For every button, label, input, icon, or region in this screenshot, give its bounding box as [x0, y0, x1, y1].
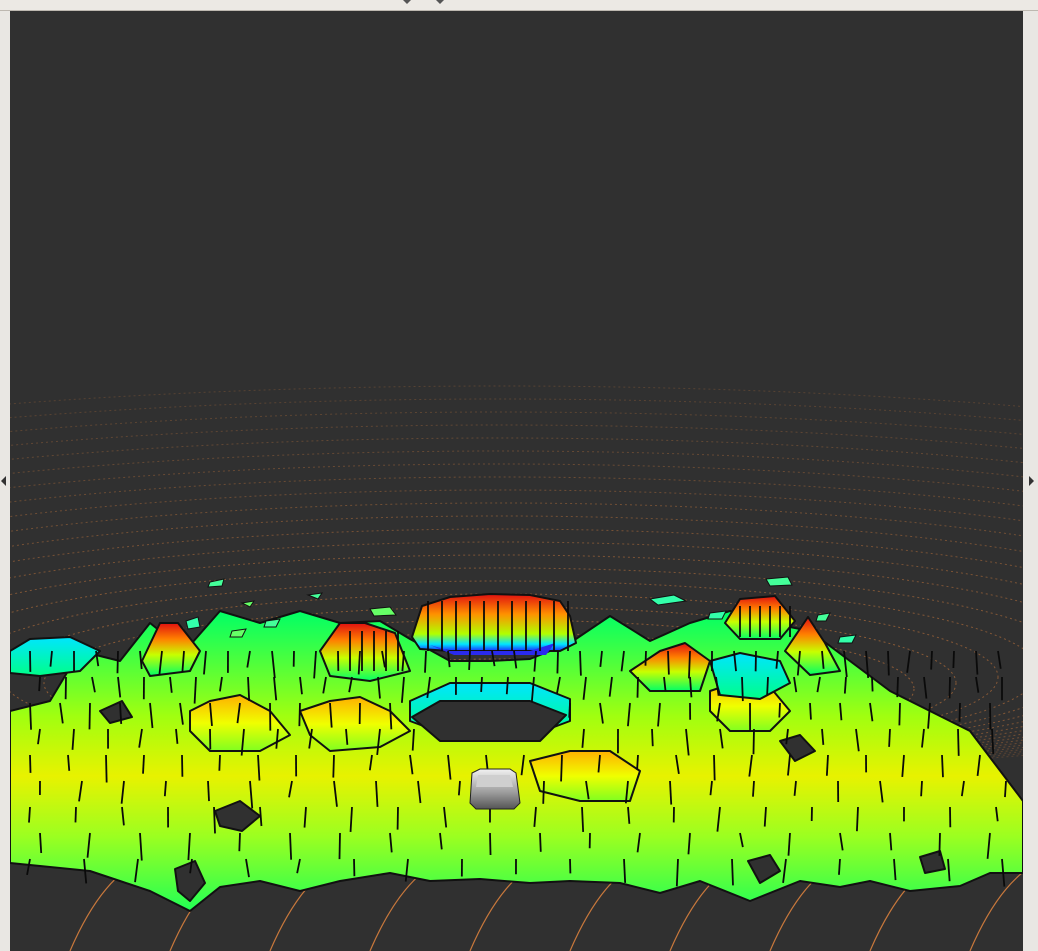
- wireframe-line: [579, 650, 582, 676]
- wireframe-line: [930, 650, 933, 670]
- wireframe-line: [29, 702, 32, 730]
- wireframe-line: [298, 702, 301, 727]
- wireframe-line: [975, 650, 979, 675]
- wireframe-line: [142, 754, 145, 774]
- wireframe-line: [688, 650, 691, 679]
- wireframe-line: [843, 676, 847, 694]
- render-canvas[interactable]: [10, 11, 1023, 951]
- wireframe-line: [213, 806, 216, 834]
- wireframe-line: [289, 832, 293, 860]
- wireframe-line: [556, 650, 559, 674]
- triangle-right-icon[interactable]: [1029, 476, 1034, 486]
- wireframe-line: [424, 650, 427, 673]
- wireframe-line: [957, 728, 960, 756]
- render-viewport[interactable]: [10, 11, 1023, 951]
- wireframe-line: [809, 702, 812, 720]
- wireframe-line: [542, 780, 545, 804]
- wireframe-line: [752, 780, 755, 797]
- wireframe-line: [338, 832, 341, 860]
- wireframe-line: [218, 754, 221, 771]
- wireframe-line: [856, 806, 859, 832]
- wireframe-line: [975, 676, 980, 693]
- wireframe-line: [651, 728, 654, 747]
- wireframe-line: [713, 754, 716, 781]
- wireframe-line: [505, 676, 509, 695]
- wireframe-line: [457, 780, 461, 796]
- wireframe-line: [116, 650, 119, 674]
- wireframe-line: [332, 754, 335, 778]
- wireframe-line: [238, 832, 241, 852]
- wireframe-line: [997, 650, 1002, 669]
- wireframe-line: [636, 754, 639, 770]
- wireframe-line: [28, 806, 31, 823]
- wireframe-line: [163, 780, 167, 797]
- wireframe-line: [896, 676, 899, 698]
- wireframe-line: [669, 780, 673, 805]
- wireframe-line: [838, 858, 841, 875]
- wireframe-line: [644, 650, 647, 666]
- wireframe-line: [539, 832, 542, 852]
- wireframe-line: [39, 832, 43, 854]
- wireframe-line: [752, 728, 755, 755]
- wireframe-line: [888, 728, 891, 747]
- wireframe-line: [636, 676, 639, 698]
- wireframe-line: [489, 832, 492, 856]
- wireframe-line: [991, 728, 995, 755]
- wireframe-line: [871, 676, 874, 692]
- wireframe-line: [667, 650, 670, 675]
- wireframe-line: [675, 858, 679, 887]
- wireframe-line: [906, 650, 911, 673]
- wireframe-line: [38, 676, 41, 692]
- wireframe-line: [938, 832, 941, 856]
- wireframe-line: [29, 754, 32, 773]
- wireframe-line: [119, 702, 123, 725]
- wireframe-line: [247, 676, 251, 701]
- wireframe-line: [468, 650, 471, 670]
- wireframe-line: [88, 702, 91, 730]
- wireframe-line: [581, 806, 585, 832]
- triangle-left-icon[interactable]: [1, 476, 6, 486]
- wireframe-line: [825, 754, 829, 776]
- wireframe-line: [920, 780, 923, 797]
- wireframe-line: [741, 676, 744, 702]
- wireframe-line: [560, 754, 563, 782]
- chevron-down-icon[interactable]: [436, 0, 444, 4]
- vehicle-model: [469, 768, 521, 810]
- wireframe-line: [898, 702, 901, 726]
- wireframe-line: [887, 650, 890, 676]
- wireframe-line: [568, 702, 571, 718]
- wireframe-line: [105, 754, 108, 783]
- wireframe-line: [731, 858, 734, 886]
- wireframe-line: [923, 676, 928, 699]
- wireframe-line: [623, 858, 627, 883]
- wireframe-line: [1004, 780, 1007, 798]
- wireframe-line: [778, 702, 781, 718]
- wireframe-line: [766, 676, 769, 695]
- wireframe-line: [67, 754, 71, 771]
- wireframe-line: [480, 676, 483, 692]
- wireframe-line: [74, 806, 77, 823]
- wireframe-line: [952, 650, 955, 669]
- wireframe-line: [207, 780, 210, 802]
- chevron-down-icon[interactable]: [403, 0, 411, 4]
- toolbar-strip: [0, 0, 1038, 11]
- wireframe-line: [941, 754, 944, 778]
